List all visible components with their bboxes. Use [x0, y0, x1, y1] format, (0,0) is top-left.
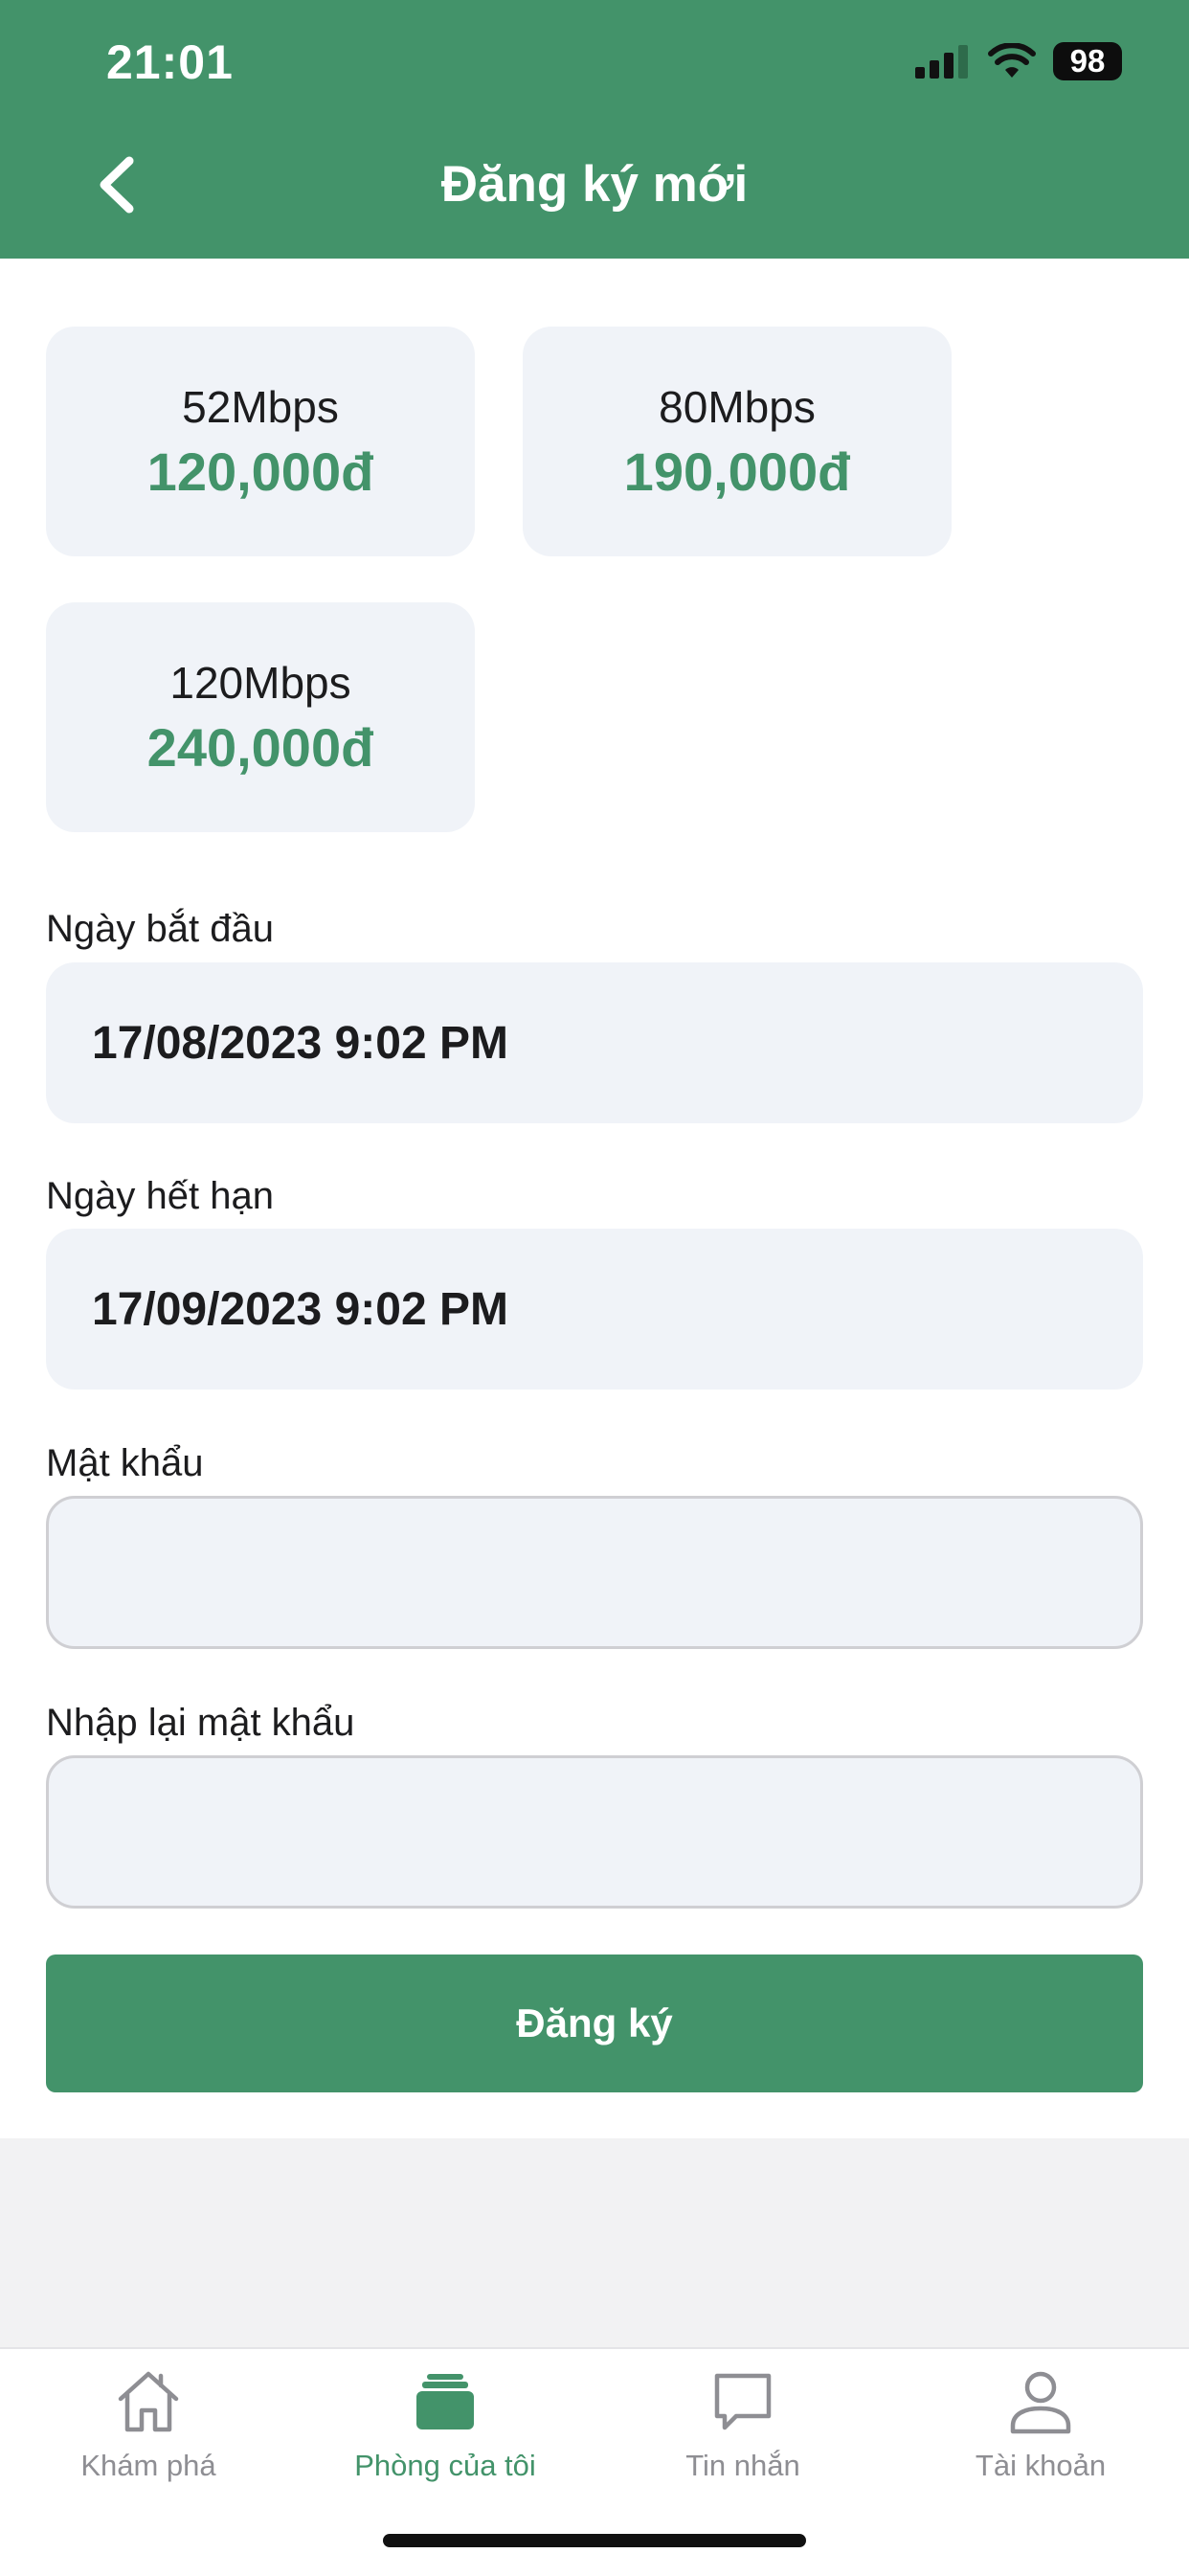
end-date-value: 17/09/2023 9:02 PM	[92, 1283, 508, 1335]
plan-card-80mbps[interactable]: 80Mbps 190,000đ	[523, 327, 952, 556]
room-stack-icon	[416, 2374, 474, 2429]
plan-card-120mbps[interactable]: 120Mbps 240,000đ	[46, 602, 475, 832]
plan-speed: 52Mbps	[182, 381, 339, 432]
register-button[interactable]: Đăng ký	[46, 1955, 1143, 2092]
chat-bubble-icon	[714, 2373, 772, 2430]
confirm-password-label: Nhập lại mật khẩu	[46, 1702, 355, 1744]
password-label: Mật khẩu	[46, 1442, 204, 1484]
plan-speed: 80Mbps	[659, 381, 816, 432]
end-date-label: Ngày hết hạn	[46, 1175, 274, 1217]
home-indicator	[383, 2534, 806, 2547]
status-time: 21:01	[106, 35, 234, 89]
start-date-value: 17/08/2023 9:02 PM	[92, 1017, 508, 1069]
user-icon	[1010, 2371, 1071, 2434]
tab-label: Phòng của tôi	[354, 2449, 536, 2482]
tab-account[interactable]: Tài khoản	[892, 2368, 1189, 2483]
start-date-field[interactable]: 17/08/2023 9:02 PM	[46, 962, 1143, 1123]
battery-indicator: 98	[1053, 42, 1122, 80]
password-input[interactable]	[46, 1496, 1143, 1649]
confirm-password-input[interactable]	[46, 1755, 1143, 1909]
page-title: Đăng ký mới	[440, 156, 749, 213]
cellular-signal-icon	[915, 45, 968, 79]
tab-label: Khám phá	[80, 2449, 216, 2482]
wifi-icon	[988, 43, 1036, 78]
plan-price: 120,000đ	[146, 441, 374, 502]
end-date-field[interactable]: 17/09/2023 9:02 PM	[46, 1229, 1143, 1390]
background-area	[0, 2138, 1189, 2347]
home-icon	[118, 2371, 179, 2432]
plan-price: 240,000đ	[146, 716, 374, 778]
app-header: 21:01 98 Đăng ký mới	[0, 0, 1189, 259]
tab-label: Tài khoản	[975, 2449, 1107, 2482]
plan-price: 190,000đ	[623, 441, 851, 502]
tab-label: Tin nhắn	[685, 2449, 800, 2482]
start-date-label: Ngày bắt đầu	[46, 908, 274, 950]
tab-messages[interactable]: Tin nhắn	[594, 2368, 891, 2483]
plan-speed: 120Mbps	[169, 657, 351, 708]
tab-explore[interactable]: Khám phá	[0, 2368, 297, 2483]
tab-my-room[interactable]: Phòng của tôi	[297, 2368, 594, 2483]
plan-card-52mbps[interactable]: 52Mbps 120,000đ	[46, 327, 475, 556]
status-icons: 98	[915, 42, 1122, 80]
